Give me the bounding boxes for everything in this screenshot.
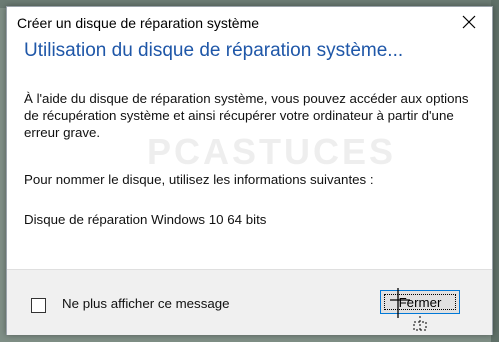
- close-icon: [462, 15, 476, 29]
- main-heading: Utilisation du disque de réparation syst…: [24, 40, 404, 61]
- dialog-title: Créer un disque de réparation système: [17, 15, 260, 31]
- title-bar[interactable]: Créer un disque de réparation système: [7, 7, 492, 37]
- close-dialog-button[interactable]: Fermer: [380, 290, 460, 314]
- close-button[interactable]: [446, 7, 492, 37]
- repair-disc-dialog: Créer un disque de réparation système PC…: [6, 6, 493, 335]
- disk-name-text: Disque de réparation Windows 10 64 bits: [24, 212, 267, 227]
- description-text: À l'aide du disque de réparation système…: [24, 91, 469, 140]
- naming-instruction-text: Pour nommer le disque, utilisez les info…: [24, 172, 374, 187]
- close-dialog-button-label: Fermer: [398, 294, 442, 310]
- dont-show-again-label[interactable]: Ne plus afficher ce message: [62, 296, 230, 311]
- dialog-footer: Ne plus afficher ce message Fermer: [7, 269, 492, 335]
- dont-show-again-checkbox[interactable]: [31, 298, 46, 313]
